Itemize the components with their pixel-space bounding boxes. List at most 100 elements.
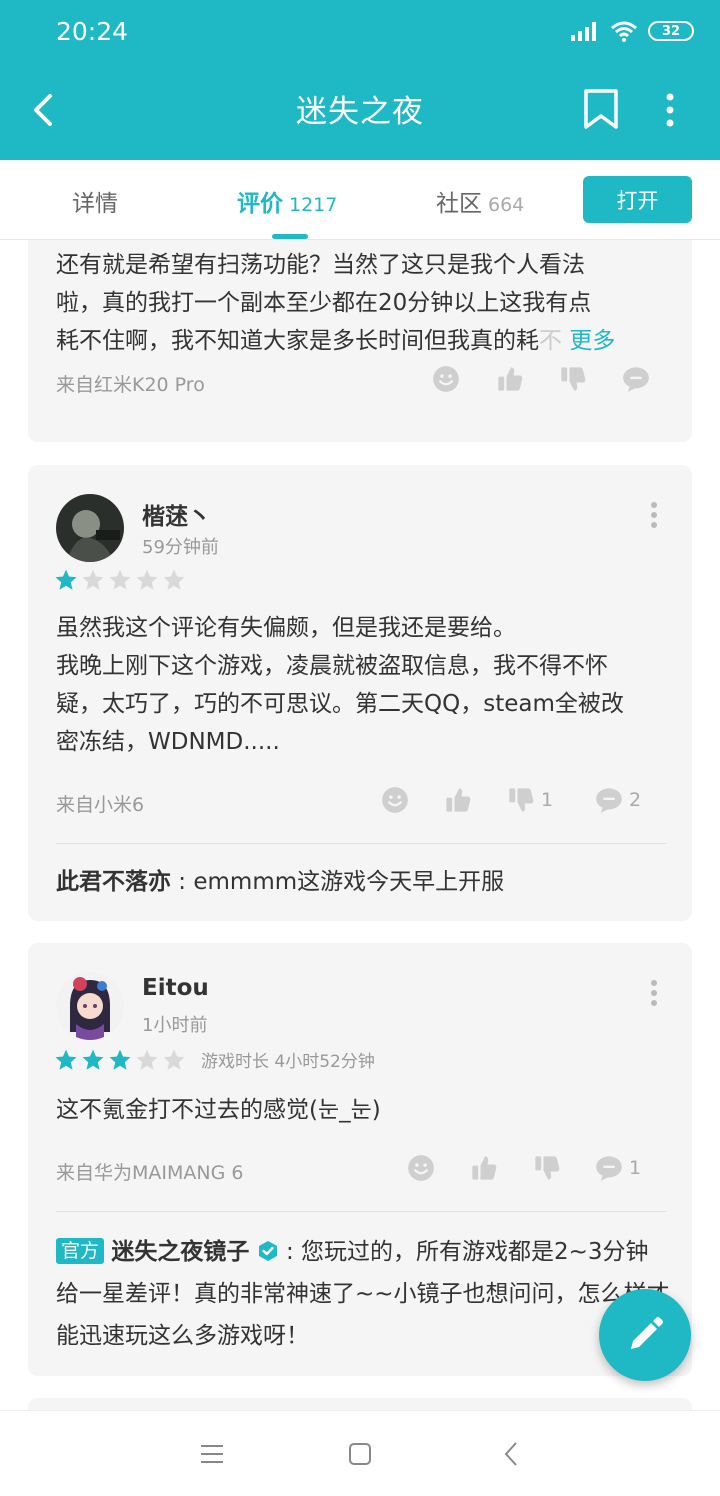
battery-icon: 32 xyxy=(648,21,694,41)
dislike-count: 1 xyxy=(541,789,554,811)
home-icon[interactable] xyxy=(347,1441,373,1467)
bookmark-icon[interactable] xyxy=(582,88,620,130)
avatar-image xyxy=(56,494,124,562)
comment-count: 1 xyxy=(629,1157,642,1179)
more-vert-icon[interactable] xyxy=(656,90,684,130)
emoji-reaction-button[interactable] xyxy=(381,786,409,814)
review-faded-tail: 不 xyxy=(539,328,562,354)
emoji-icon xyxy=(381,786,409,814)
review-card xyxy=(28,1398,692,1410)
star-rating: 游戏时长 4小时52分钟 xyxy=(54,1047,375,1072)
tab-label: 评价 xyxy=(237,191,283,217)
comment-icon xyxy=(622,365,650,393)
nav-back-icon[interactable] xyxy=(499,1441,525,1467)
star-icon xyxy=(81,1048,105,1072)
thumb-down-icon xyxy=(507,786,535,814)
comment-icon xyxy=(595,1154,623,1182)
thumb-up-icon xyxy=(444,786,472,814)
star-icon xyxy=(135,568,159,592)
status-time: 20:24 xyxy=(56,17,129,46)
tab-count: 664 xyxy=(488,194,525,216)
dislike-button[interactable] xyxy=(533,1154,561,1182)
comment-button[interactable]: 2 xyxy=(595,786,641,814)
tab-indicator xyxy=(272,234,308,239)
more-link[interactable]: 更多 xyxy=(569,328,615,354)
tab-count: 1217 xyxy=(289,194,338,216)
system-nav-bar xyxy=(0,1410,720,1496)
thumb-up-icon xyxy=(496,365,524,393)
status-icons: 32 xyxy=(570,20,694,42)
review-line: 耗不住啊，我不知道大家是多长时间但我真的耗不 更多 xyxy=(56,322,671,360)
dislike-button[interactable] xyxy=(559,365,587,393)
star-icon xyxy=(81,568,105,592)
review-line: 密冻结，WDNMD..... xyxy=(56,729,280,755)
more-options-icon[interactable] xyxy=(648,501,660,529)
star-icon xyxy=(162,568,186,592)
thumb-down-icon xyxy=(559,365,587,393)
like-button[interactable] xyxy=(496,365,524,393)
comment-button[interactable]: 1 xyxy=(595,1154,641,1182)
user-name[interactable]: Eitou xyxy=(142,975,209,1001)
review-card: 还有就是希望有扫荡功能？当然了这只是我个人看法 啦，真的我打一个副本至少都在20… xyxy=(28,240,692,442)
comment-button[interactable] xyxy=(622,365,650,393)
emoji-icon xyxy=(432,365,460,393)
reply-preview[interactable]: 此君不落亦 : emmmm这游戏今天早上开服 xyxy=(56,861,671,903)
tab-label: 社区 xyxy=(436,191,482,217)
divider xyxy=(56,843,666,844)
dislike-button[interactable]: 1 xyxy=(507,786,553,814)
reply-preview[interactable]: 官方 迷失之夜镜子 : 您玩过的，所有游戏都是2~3分钟给一星差评！真的非常神速… xyxy=(56,1231,671,1357)
edit-icon xyxy=(631,1317,663,1349)
more-options-icon[interactable] xyxy=(648,979,660,1007)
battery-level: 32 xyxy=(661,23,681,39)
verified-icon xyxy=(258,1241,277,1261)
review-feed[interactable]: 还有就是希望有扫荡功能？当然了这只是我个人看法 啦，真的我打一个副本至少都在20… xyxy=(0,240,720,1410)
comment-count: 2 xyxy=(629,789,642,811)
review-line: 我晚上刚下这个游戏，凌晨就被盗取信息，我不得不怀 xyxy=(56,653,608,679)
reply-author[interactable]: 迷失之夜镜子 xyxy=(111,1239,249,1265)
write-review-button[interactable] xyxy=(599,1289,691,1381)
review-card: Eitou 1小时前 游戏时长 4小时52分钟 这不氪金打不过去的感觉(눈_눈)… xyxy=(28,943,692,1376)
tab-bar: 详情 评价 1217 社区 664 打开 xyxy=(0,160,720,240)
emoji-reaction-button[interactable] xyxy=(432,365,460,393)
avatar[interactable] xyxy=(56,972,124,1040)
review-line: 这不氪金打不过去的感觉(눈_눈) xyxy=(56,1097,381,1123)
star-rating xyxy=(54,568,186,592)
review-line: 疑，太巧了，巧的不可思议。第二天QQ，steam全被改 xyxy=(56,691,624,717)
avatar[interactable] xyxy=(56,494,124,562)
star-icon xyxy=(108,1048,132,1072)
thumb-up-icon xyxy=(470,1154,498,1182)
tab-details[interactable]: 详情 xyxy=(72,184,118,218)
tab-community[interactable]: 社区 664 xyxy=(436,184,524,218)
review-text: 还有就是希望有扫荡功能？当然了这只是我个人看法 啦，真的我打一个副本至少都在20… xyxy=(56,246,671,360)
avatar-image xyxy=(56,972,124,1040)
divider xyxy=(56,1211,666,1212)
like-button[interactable] xyxy=(444,786,472,814)
star-icon xyxy=(108,568,132,592)
thumb-down-icon xyxy=(533,1154,561,1182)
play-time: 游戏时长 4小时52分钟 xyxy=(201,1052,375,1072)
status-bar: 20:24 32 xyxy=(0,0,720,66)
review-line: 啦，真的我打一个副本至少都在20分钟以上这我有点 xyxy=(56,290,592,316)
tab-label: 详情 xyxy=(72,191,118,217)
star-icon xyxy=(54,568,78,592)
menu-icon[interactable] xyxy=(199,1441,225,1467)
comment-icon xyxy=(595,786,623,814)
tab-reviews[interactable]: 评价 1217 xyxy=(237,184,337,218)
reply-text: : emmmm这游戏今天早上开服 xyxy=(171,869,505,895)
device-label: 来自华为MAIMANG 6 xyxy=(56,1162,244,1184)
star-icon xyxy=(162,1048,186,1072)
emoji-icon xyxy=(407,1154,435,1182)
open-button[interactable]: 打开 xyxy=(583,176,692,223)
like-button[interactable] xyxy=(470,1154,498,1182)
star-icon xyxy=(54,1048,78,1072)
review-line: 虽然我这个评论有失偏颇，但是我还是要给。 xyxy=(56,615,516,641)
review-line-text: 耗不住啊，我不知道大家是多长时间但我真的耗 xyxy=(56,328,539,354)
review-text: 这不氪金打不过去的感觉(눈_눈) xyxy=(56,1091,671,1129)
review-line: 还有就是希望有扫荡功能？当然了这只是我个人看法 xyxy=(56,252,585,278)
official-badge: 官方 xyxy=(56,1238,105,1264)
user-name[interactable]: 楷蒁丶 xyxy=(142,497,211,531)
device-label: 来自红米K20 Pro xyxy=(56,374,205,396)
wifi-icon xyxy=(611,21,637,42)
reply-author[interactable]: 此君不落亦 xyxy=(56,869,171,895)
emoji-reaction-button[interactable] xyxy=(407,1154,435,1182)
